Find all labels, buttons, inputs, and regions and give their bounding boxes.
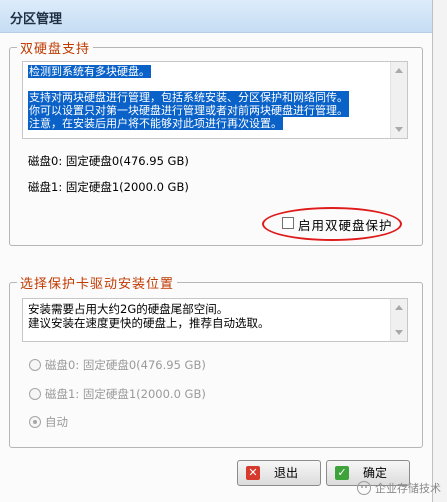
watermark: 企业存储技术 <box>357 480 441 496</box>
info-scrollbar[interactable] <box>390 62 407 138</box>
radio-selected-dot <box>33 420 37 424</box>
driver-info-box[interactable]: 安装需要占用大约2G的硬盘尾部空间。 建议安装在速度更快的硬盘上，推荐自动选取。 <box>22 298 408 342</box>
driver-location-legend: 选择保护卡驱动安装位置 <box>17 273 178 292</box>
disk1-label: 磁盘1: 固定硬盘1(2000.0 GB) <box>28 180 189 194</box>
info-line-5: 注意，在安装后用户将不能够对此项进行再次设置。 <box>28 117 283 130</box>
driver-scroll-down-icon[interactable] <box>395 330 403 335</box>
radio-auto[interactable] <box>29 416 41 428</box>
radio-disk1-label[interactable]: 磁盘1: 固定硬盘1(2000.0 GB) <box>45 386 206 402</box>
confirm-button-label: 确定 <box>362 466 387 480</box>
scroll-down-icon[interactable] <box>395 127 403 132</box>
exit-button[interactable]: ✕ 退出 <box>237 460 321 486</box>
check-icon: ✓ <box>335 466 349 480</box>
watermark-text: 企业存储技术 <box>375 482 441 495</box>
driver-location-group: 选择保护卡驱动安装位置 安装需要占用大约2G的硬盘尾部空间。 建议安装在速度更快… <box>9 273 423 448</box>
window-title: 分区管理 <box>10 12 63 27</box>
radio-disk1[interactable] <box>29 388 41 400</box>
driver-info-scrollbar[interactable] <box>390 299 407 341</box>
wechat-icon <box>357 481 371 495</box>
driver-info-line-2: 建议安装在速度更快的硬盘上，推荐自动选取。 <box>28 316 270 330</box>
driver-scroll-up-icon[interactable] <box>395 305 403 310</box>
partition-dialog: 分区管理 双硬盘支持 检测到系统有多块硬盘。 支持对两块硬盘进行管理，包括系统安… <box>0 0 433 502</box>
dual-disk-info-box[interactable]: 检测到系统有多块硬盘。 支持对两块硬盘进行管理，包括系统安装、分区保护和网络同传… <box>22 61 408 139</box>
info-line-1: 检测到系统有多块硬盘。 <box>28 65 151 78</box>
disk0-label: 磁盘0: 固定硬盘0(476.95 GB) <box>28 154 189 168</box>
dual-disk-legend: 双硬盘支持 <box>17 38 94 57</box>
radio-disk0[interactable] <box>29 359 41 371</box>
info-line-3: 支持对两块硬盘进行管理，包括系统安装、分区保护和网络同传。 <box>28 91 349 104</box>
highlight-ring <box>262 207 402 241</box>
radio-disk0-label[interactable]: 磁盘0: 固定硬盘0(476.95 GB) <box>45 357 206 373</box>
title-bar: 分区管理 <box>0 0 432 33</box>
scroll-up-icon[interactable] <box>395 68 403 73</box>
close-icon: ✕ <box>246 466 260 480</box>
exit-button-label: 退出 <box>273 466 298 480</box>
radio-auto-label[interactable]: 自动 <box>45 414 68 430</box>
driver-info-line-1: 安装需要占用大约2G的硬盘尾部空间。 <box>28 302 229 316</box>
info-line-4: 你可以设置只对第一块硬盘进行管理或者对前两块硬盘进行管理。 <box>28 104 349 117</box>
